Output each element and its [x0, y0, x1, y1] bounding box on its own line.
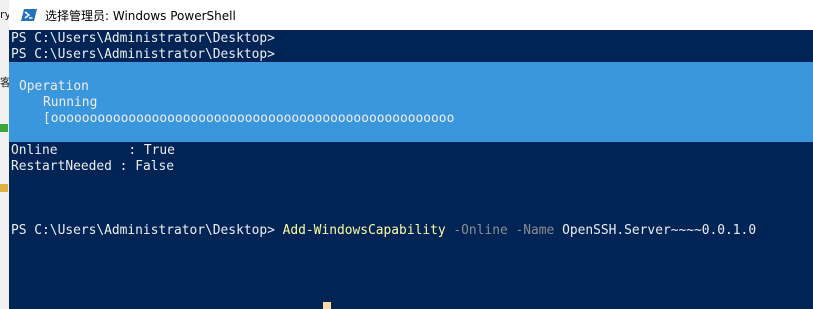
prompt-line: PS C:\Users\Administrator\Desktop> — [11, 31, 275, 46]
powershell-icon — [21, 7, 37, 23]
background-icon — [0, 124, 8, 132]
title-bar[interactable]: 选择管理员: Windows PowerShell — [9, 0, 813, 30]
console-output[interactable]: PS C:\Users\Administrator\Desktop> PS C:… — [9, 30, 813, 309]
command-param-name: -Name — [515, 223, 555, 238]
command-param-online: -Online — [453, 223, 508, 238]
command-argument: OpenSSH.Server~~~~0.0.1.0 — [562, 223, 757, 238]
background-window-edge: ry 客 — [0, 0, 9, 309]
result-value: False — [135, 159, 175, 174]
result-separator: : — [111, 159, 136, 174]
powershell-window: ry 客 选择管理员: Windows PowerShell PS C:\Use… — [0, 0, 813, 309]
result-key: Online — [11, 143, 58, 158]
result-row-online: Online : True — [11, 143, 175, 159]
progress-status: Running — [43, 95, 98, 110]
text-cursor — [323, 302, 331, 309]
result-key: RestartNeeded — [11, 159, 112, 174]
progress-indicator: Operation Running [ooooooooooooooooooooo… — [9, 62, 813, 142]
background-text-fragment: 客 — [0, 76, 9, 89]
result-value: True — [143, 143, 175, 158]
background-text-fragment: ry — [0, 8, 9, 21]
command-cmdlet: Add-WindowsCapability — [282, 223, 446, 238]
background-icon — [0, 184, 8, 192]
prompt-line: PS C:\Users\Administrator\Desktop> — [11, 47, 275, 62]
command-prompt: PS C:\Users\Administrator\Desktop> — [11, 223, 283, 238]
window-title: 选择管理员: Windows PowerShell — [45, 8, 236, 23]
progress-bar: [ooooooooooooooooooooooooooooooooooooooo… — [43, 111, 455, 126]
result-row-restart-needed: RestartNeeded : False — [11, 159, 174, 175]
progress-activity: Operation — [19, 79, 89, 94]
command-line[interactable]: PS C:\Users\Administrator\Desktop> Add-W… — [11, 223, 756, 239]
result-separator: : — [120, 143, 144, 158]
